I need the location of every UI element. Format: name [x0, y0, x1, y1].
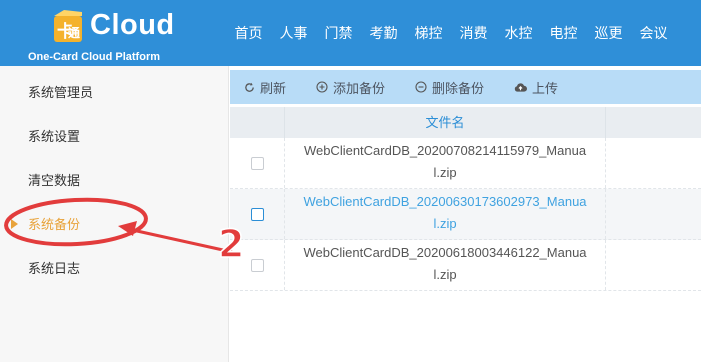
refresh-icon	[245, 82, 254, 92]
row-empty-cell	[606, 138, 701, 188]
filename-cell: WebClientCardDB_20200708214115979_Manual…	[285, 138, 606, 188]
remove-circle-icon	[415, 81, 427, 93]
active-indicator-icon	[11, 219, 18, 229]
upload-label: 上传	[532, 80, 559, 96]
header-check-cell	[230, 107, 285, 138]
filename-cell: WebClientCardDB_20200630173602973_Manual…	[285, 189, 606, 239]
nav-personnel[interactable]: 人事	[271, 23, 316, 43]
row-empty-cell	[606, 189, 701, 239]
nav-water-control[interactable]: 水控	[496, 23, 541, 43]
toolbar: 刷新 添加备份 删除备份 上传	[230, 70, 701, 104]
logo[interactable]: 卡 通 Cloud One-Card Cloud Platform	[0, 0, 218, 66]
column-header-filename[interactable]: 文件名	[285, 107, 606, 138]
nav-meeting[interactable]: 会议	[631, 23, 676, 43]
table-row[interactable]: WebClientCardDB_20200708214115979_Manual…	[230, 138, 701, 189]
sidebar-item-system-settings[interactable]: 系统设置	[0, 115, 229, 159]
top-nav: 首页 人事 门禁 考勤 梯控 消费 水控 电控 巡更 会议	[226, 0, 676, 66]
delete-backup-label: 删除备份	[432, 80, 485, 96]
sidebar-item-clear-data[interactable]: 清空数据	[0, 159, 229, 203]
table-header: 文件名	[230, 107, 701, 138]
step-number-label: 2	[217, 221, 245, 267]
refresh-label: 刷新	[260, 80, 287, 96]
row-checkbox[interactable]	[250, 156, 264, 170]
delete-backup-button[interactable]: 删除备份	[415, 78, 484, 97]
sidebar-item-system-admin[interactable]: 系统管理员	[0, 71, 229, 115]
sidebar: 系统管理员 系统设置 清空数据 系统备份 系统日志	[0, 66, 229, 362]
sidebar-item-system-backup[interactable]: 系统备份	[0, 203, 229, 247]
nav-access-control[interactable]: 门禁	[316, 23, 361, 43]
nav-consumption[interactable]: 消费	[451, 23, 496, 43]
backup-file-table: 文件名 WebClientCardDB_20200708214115979_Ma…	[230, 107, 701, 291]
upload-button[interactable]: 上传	[514, 78, 558, 97]
refresh-button[interactable]: 刷新	[244, 78, 286, 97]
table-row[interactable]: WebClientCardDB_20200630173602973_Manual…	[230, 189, 701, 240]
add-backup-label: 添加备份	[333, 80, 386, 96]
logo-icon: 卡 通	[54, 10, 82, 42]
row-check-cell	[230, 138, 285, 188]
logo-subtitle: One-Card Cloud Platform	[28, 51, 161, 63]
nav-elevator-control[interactable]: 梯控	[406, 23, 451, 43]
logo-text: Cloud	[90, 9, 175, 41]
nav-patrol[interactable]: 巡更	[586, 23, 631, 43]
sidebar-item-system-log[interactable]: 系统日志	[0, 247, 229, 291]
table-row[interactable]: WebClientCardDB_20200618003446122_Manual…	[230, 240, 701, 291]
top-header: 卡 通 Cloud One-Card Cloud Platform 首页 人事 …	[0, 0, 701, 66]
cloud-upload-icon	[514, 82, 528, 92]
nav-power-control[interactable]: 电控	[541, 23, 586, 43]
row-empty-cell	[606, 240, 701, 290]
add-circle-icon	[316, 81, 328, 93]
nav-home[interactable]: 首页	[226, 23, 271, 43]
header-empty-cell	[606, 107, 701, 138]
add-backup-button[interactable]: 添加备份	[316, 78, 385, 97]
nav-attendance[interactable]: 考勤	[361, 23, 406, 43]
filename-cell: WebClientCardDB_20200618003446122_Manual…	[285, 240, 606, 290]
sidebar-item-label: 系统备份	[28, 217, 81, 232]
svg-text:通: 通	[68, 25, 80, 40]
row-checkbox[interactable]	[250, 258, 264, 272]
row-checkbox[interactable]	[250, 207, 264, 221]
